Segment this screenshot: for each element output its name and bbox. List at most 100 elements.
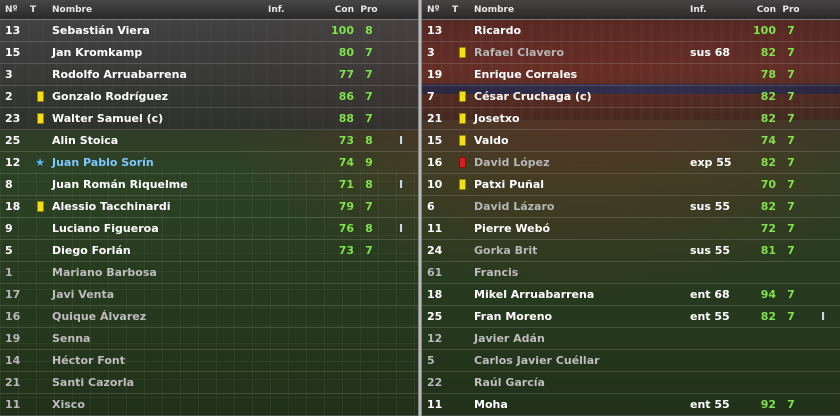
player-name[interactable]: Rafael Clavero [472,46,690,59]
player-row[interactable]: 9 Luciano Figueroa 76 8 I [0,218,418,240]
player-row[interactable]: 16 David López exp 55 82 7 [422,152,840,174]
player-row[interactable]: 14 Héctor Font [0,350,418,372]
column-number[interactable]: Nº [0,5,30,15]
column-type[interactable]: T [452,5,472,15]
player-row[interactable]: 8 Juan Román Riquelme 71 8 I [0,174,418,196]
yellow-card-icon [458,135,466,146]
column-info[interactable]: Inf. [690,5,750,15]
player-row[interactable]: 22 Raúl García [422,372,840,394]
player-row[interactable]: 13 Ricardo 100 7 [422,20,840,42]
player-row[interactable]: 18 Mikel Arruabarrena ent 68 94 7 [422,284,840,306]
player-name[interactable]: Moha [472,398,690,411]
player-row[interactable]: 21 Josetxo 82 7 [422,108,840,130]
player-name[interactable]: Sebastián Viera [50,24,268,37]
player-name[interactable]: Javi Venta [50,288,268,301]
player-row[interactable]: 18 Alessio Tacchinardi 79 7 [0,196,418,218]
player-number: 10 [427,178,443,191]
player-row[interactable]: 3 Rafael Clavero sus 68 82 7 [422,42,840,64]
player-name[interactable]: Josetxo [472,112,690,125]
column-condition[interactable]: Con [328,5,354,15]
player-name[interactable]: Juan Román Riquelme [50,178,268,191]
player-name[interactable]: Ricardo [472,24,690,37]
player-row[interactable]: 12 ★ Juan Pablo Sorín 74 9 [0,152,418,174]
player-name[interactable]: Valdo [472,134,690,147]
player-condition: 94 [760,288,776,301]
player-row[interactable]: 61 Francis [422,262,840,284]
player-condition: 72 [760,222,776,235]
column-condition[interactable]: Con [750,5,776,15]
player-condition: 76 [338,222,354,235]
player-row[interactable]: 2 Gonzalo Rodríguez 86 7 [0,86,418,108]
player-name[interactable]: Quique Álvarez [50,310,268,323]
player-row[interactable]: 24 Gorka Brit sus 55 81 7 [422,240,840,262]
player-row[interactable]: 25 Fran Moreno ent 55 82 7 I [422,306,840,328]
player-row[interactable]: 10 Patxi Puñal 70 7 [422,174,840,196]
player-row[interactable]: 11 Xisco [0,394,418,416]
player-name[interactable]: Fran Moreno [472,310,690,323]
player-name[interactable]: Patxi Puñal [472,178,690,191]
player-name[interactable]: Mikel Arruabarrena [472,288,690,301]
player-row[interactable]: 19 Senna [0,328,418,350]
column-rating[interactable]: Pro [354,5,384,15]
player-name[interactable]: David Lázaro [472,200,690,213]
player-number: 5 [427,354,435,367]
player-name[interactable]: César Cruchaga (c) [472,90,690,103]
player-row[interactable]: 12 Javier Adán [422,328,840,350]
player-name[interactable]: Pierre Webó [472,222,690,235]
player-name[interactable]: Xisco [50,398,268,411]
player-row[interactable]: 17 Javi Venta [0,284,418,306]
player-row[interactable]: 15 Jan Kromkamp 80 7 [0,42,418,64]
column-number[interactable]: Nº [422,5,452,15]
player-row[interactable]: 11 Pierre Webó 72 7 [422,218,840,240]
player-name[interactable]: David López [472,156,690,169]
status-cell [452,179,472,190]
column-type[interactable]: T [30,5,50,15]
player-name[interactable]: Mariano Barbosa [50,266,268,279]
player-number: 18 [427,288,443,301]
player-name[interactable]: Senna [50,332,268,345]
player-name[interactable]: Javier Adán [472,332,690,345]
player-name[interactable]: Gonzalo Rodríguez [50,90,268,103]
player-row[interactable]: 1 Mariano Barbosa [0,262,418,284]
player-row[interactable]: 11 Moha ent 55 92 7 [422,394,840,416]
player-name[interactable]: Raúl García [472,376,690,389]
player-row[interactable]: 6 David Lázaro sus 55 82 7 [422,196,840,218]
player-name[interactable]: Enrique Corrales [472,68,690,81]
player-name[interactable]: Luciano Figueroa [50,222,268,235]
player-condition: 73 [338,244,354,257]
status-cell [30,113,50,124]
player-row[interactable]: 23 Walter Samuel (c) 88 7 [0,108,418,130]
player-number: 11 [427,398,443,411]
player-row[interactable]: 7 César Cruchaga (c) 82 7 [422,86,840,108]
player-name[interactable]: Walter Samuel (c) [50,112,268,125]
player-name[interactable]: Rodolfo Arruabarrena [50,68,268,81]
player-number: 61 [427,266,443,279]
status-cell [452,157,472,168]
player-name[interactable]: Alessio Tacchinardi [50,200,268,213]
player-row[interactable]: 16 Quique Álvarez [0,306,418,328]
player-row[interactable]: 3 Rodolfo Arruabarrena 77 7 [0,64,418,86]
column-name[interactable]: Nombre [472,5,690,15]
player-row[interactable]: 21 Santi Cazorla [0,372,418,394]
player-name[interactable]: Juan Pablo Sorín [50,156,268,169]
column-rating[interactable]: Pro [776,5,806,15]
player-name[interactable]: Francis [472,266,690,279]
player-row[interactable]: 19 Enrique Corrales 78 7 [422,64,840,86]
player-row[interactable]: 15 Valdo 74 7 [422,130,840,152]
player-name[interactable]: Santi Cazorla [50,376,268,389]
player-name[interactable]: Héctor Font [50,354,268,367]
player-row[interactable]: 5 Diego Forlán 73 7 [0,240,418,262]
player-row[interactable]: 5 Carlos Javier Cuéllar [422,350,840,372]
column-info[interactable]: Inf. [268,5,328,15]
column-name[interactable]: Nombre [50,5,268,15]
player-name[interactable]: Carlos Javier Cuéllar [472,354,690,367]
player-rating: 7 [787,244,795,257]
player-condition: 82 [760,200,776,213]
player-name[interactable]: Diego Forlán [50,244,268,257]
player-row[interactable]: 13 Sebastián Viera 100 8 [0,20,418,42]
player-number: 19 [427,68,443,81]
player-name[interactable]: Alin Stoica [50,134,268,147]
player-row[interactable]: 25 Alin Stoica 73 8 I [0,130,418,152]
player-name[interactable]: Jan Kromkamp [50,46,268,59]
player-name[interactable]: Gorka Brit [472,244,690,257]
